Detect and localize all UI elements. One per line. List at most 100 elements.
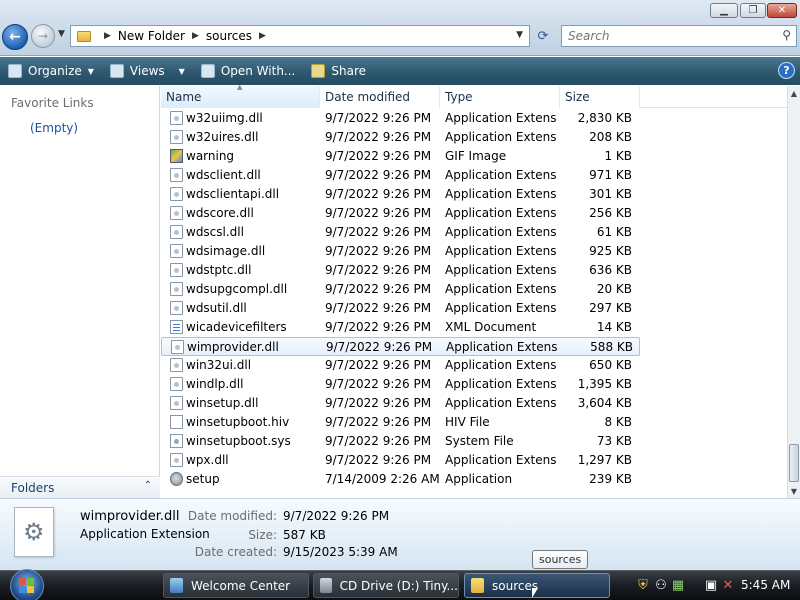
vertical-scrollbar[interactable]: ▲ ▼ — [787, 86, 800, 498]
scrollbar-thumb[interactable] — [789, 444, 799, 482]
network-disconnected-icon[interactable]: ▣ — [703, 577, 719, 593]
organize-button[interactable]: Organize ▼ — [0, 57, 102, 85]
app-file-icon — [170, 472, 183, 486]
file-size: 208 KB — [589, 130, 632, 144]
file-type: Application Extens... — [445, 168, 557, 182]
file-row[interactable]: wdsclientapi.dll 9/7/2022 9:26 PM Applicat… — [161, 185, 640, 204]
file-row[interactable]: winsetupboot.hiv 9/7/2022 9:26 PM HIV File… — [161, 413, 640, 432]
refresh-button[interactable]: ⟳ — [531, 25, 555, 47]
breadcrumb-arrow-icon[interactable]: ▶ — [104, 31, 111, 41]
share-button[interactable]: Share — [303, 57, 374, 85]
file-row[interactable]: wdsimage.dll 9/7/2022 9:26 PM Application … — [161, 242, 640, 261]
mouse-cursor-icon — [532, 588, 538, 598]
folders-toggle[interactable]: Folders ⌃ — [0, 476, 160, 498]
address-bar[interactable]: ▶ New Folder ▶ sources ▶ ▼ — [70, 25, 530, 47]
file-row[interactable]: wimprovider.dll 9/7/2022 9:26 PM Applicati… — [161, 337, 640, 356]
volume-muted-icon[interactable]: ✕ — [720, 577, 736, 593]
file-size: 73 KB — [596, 434, 632, 448]
file-row[interactable]: setup 7/14/2009 2:26 AM Application 239 KB — [161, 470, 640, 489]
details-size: 587 KB — [283, 528, 326, 542]
file-row[interactable]: w32uires.dll 9/7/2022 9:26 PM Application … — [161, 128, 640, 147]
file-date-modified: 9/7/2022 9:26 PM — [325, 434, 432, 448]
start-button[interactable] — [10, 569, 44, 600]
open-with-button[interactable]: Open With... — [193, 57, 304, 85]
file-row[interactable]: wdscore.dll 9/7/2022 9:26 PM Application E… — [161, 204, 640, 223]
breadcrumb-arrow-icon[interactable]: ▶ — [259, 31, 266, 41]
network-icon[interactable]: ⚇ — [653, 577, 669, 593]
details-date-modified-label: Date modified: — [187, 509, 277, 523]
file-row[interactable]: wdsupgcompl.dll 9/7/2022 9:26 PM Applicati… — [161, 280, 640, 299]
breadcrumb-sources[interactable]: sources — [206, 29, 252, 43]
taskbar-button-cd-drive[interactable]: CD Drive (D:) Tiny... — [313, 573, 459, 598]
views-button[interactable]: Views ▼ — [102, 57, 193, 85]
file-row[interactable]: wdsclient.dll 9/7/2022 9:26 PM Application… — [161, 166, 640, 185]
security-shield-icon[interactable]: ⛨ — [635, 577, 651, 593]
dll-file-icon — [170, 453, 183, 467]
file-row[interactable]: winsetupboot.sys 9/7/2022 9:26 PM System F… — [161, 432, 640, 451]
file-type: System File — [445, 434, 514, 448]
address-dropdown-icon[interactable]: ▼ — [516, 30, 523, 40]
folders-label: Folders — [11, 480, 55, 495]
taskbar-button-welcome-center[interactable]: Welcome Center — [163, 573, 309, 598]
file-type: Application Extens... — [445, 377, 557, 391]
file-date-modified: 9/7/2022 9:26 PM — [325, 396, 432, 410]
file-row[interactable]: winsetup.dll 9/7/2022 9:26 PM Application … — [161, 394, 640, 413]
file-size: 650 KB — [589, 358, 632, 372]
xml-file-icon — [170, 320, 183, 334]
folder-icon — [77, 30, 91, 42]
help-icon: ? — [783, 64, 790, 77]
file-size: 14 KB — [596, 320, 632, 334]
file-type: HIV File — [445, 415, 490, 429]
file-type: Application Extens... — [445, 301, 557, 315]
help-button[interactable]: ? — [778, 62, 795, 79]
close-icon: ✕ — [777, 5, 787, 16]
file-type: XML Document — [445, 320, 537, 334]
file-date-modified: 9/7/2022 9:26 PM — [325, 377, 432, 391]
forward-button[interactable]: → — [31, 24, 55, 48]
column-header-date-modified[interactable]: Date modified — [320, 86, 440, 108]
file-date-modified: 7/14/2009 2:26 AM — [325, 472, 440, 486]
back-button[interactable]: ← — [2, 24, 28, 50]
file-size: 256 KB — [589, 206, 632, 220]
scroll-up-icon[interactable]: ▲ — [788, 86, 800, 100]
dll-file-icon — [170, 187, 183, 201]
file-row[interactable]: wdsutil.dll 9/7/2022 9:26 PM Application E… — [161, 299, 640, 318]
views-label: Views — [129, 64, 165, 78]
file-row[interactable]: win32ui.dll 9/7/2022 9:26 PM Application E… — [161, 356, 640, 375]
file-row[interactable]: wdscsl.dll 9/7/2022 9:26 PM Application Ex… — [161, 223, 640, 242]
windows-defender-icon[interactable]: ▦ — [670, 577, 686, 593]
column-header-type[interactable]: Type — [440, 86, 560, 108]
scroll-down-icon[interactable]: ▼ — [788, 484, 800, 498]
file-type: Application Extens... — [445, 396, 557, 410]
recent-pages-dropdown[interactable]: ▼ — [58, 29, 65, 39]
column-header-name[interactable]: Name ▲ — [161, 83, 320, 108]
file-row[interactable]: wpx.dll 9/7/2022 9:26 PM Application Exten… — [161, 451, 640, 470]
file-row[interactable]: wicadevicefilters 9/7/2022 9:26 PM XML Doc… — [161, 318, 640, 337]
file-row[interactable]: w32uiimg.dll 9/7/2022 9:26 PM Application … — [161, 109, 640, 128]
file-type: Application Extens... — [445, 206, 557, 220]
file-name: wdsutil.dll — [186, 301, 247, 315]
file-name: wdsupgcompl.dll — [186, 282, 288, 296]
command-bar: Organize ▼ Views ▼ Open With... Share — [0, 57, 800, 85]
minimize-icon: ▁ — [720, 5, 728, 16]
column-header-size[interactable]: Size — [560, 86, 640, 108]
file-size: 61 KB — [596, 225, 632, 239]
minimize-button[interactable]: ▁ — [710, 3, 738, 18]
search-icon[interactable]: ⚲ — [782, 28, 791, 42]
clock[interactable]: 5:45 AM — [741, 578, 790, 592]
taskbar: Welcome Center CD Drive (D:) Tiny... sou… — [0, 569, 800, 600]
maximize-button[interactable]: ❐ — [740, 3, 766, 18]
close-button[interactable]: ✕ — [767, 3, 797, 18]
breadcrumb-arrow-icon[interactable]: ▶ — [192, 31, 199, 41]
file-date-modified: 9/7/2022 9:26 PM — [325, 206, 432, 220]
search-box[interactable]: ⚲ — [561, 25, 797, 47]
file-row[interactable]: wdstptc.dll 9/7/2022 9:26 PM Application E… — [161, 261, 640, 280]
gif-file-icon — [170, 149, 183, 163]
file-name: wdscore.dll — [186, 206, 254, 220]
breadcrumb-new-folder[interactable]: New Folder — [118, 29, 185, 43]
search-input[interactable] — [568, 29, 768, 43]
file-name: wdstptc.dll — [186, 263, 252, 277]
file-row[interactable]: windlp.dll 9/7/2022 9:26 PM Application Ex… — [161, 375, 640, 394]
column-header: Name ▲ Date modified Type Size — [161, 83, 787, 108]
file-row[interactable]: warning 9/7/2022 9:26 PM GIF Image 1 KB — [161, 147, 640, 166]
